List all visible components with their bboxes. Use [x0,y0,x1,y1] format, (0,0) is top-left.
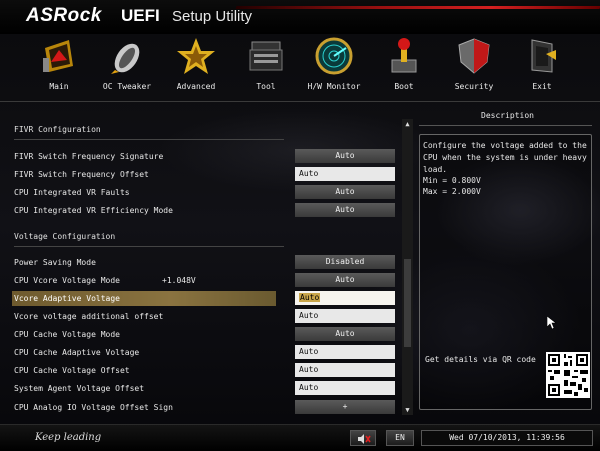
tab-oc-tweaker[interactable]: OC Tweaker [93,34,161,96]
description-title: Description [481,111,534,120]
slogan: Keep leading [35,432,102,443]
settings-panel: FIVR Configuration FIVR Switch Frequency… [0,106,400,418]
setting-value[interactable]: Auto [295,149,395,163]
boot-icon [391,38,417,73]
scroll-up-arrow-icon[interactable]: ▲ [402,119,413,129]
setting-label: CPU Analog IO Voltage Offset Sign [14,403,173,412]
setting-label: System Agent Voltage Offset [14,384,145,393]
setting-label: CPU Cache Voltage Offset [14,366,130,375]
description-text: load. [423,165,448,174]
tab-label: H/W Monitor [307,82,361,91]
header-accent-streak [235,6,600,9]
setting-row[interactable]: CPU Integrated VR Faults Auto [0,185,400,201]
setting-row[interactable]: CPU Integrated VR Efficiency Mode Auto [0,203,400,219]
datetime-display: Wed 07/10/2013, 11:39:56 [421,430,593,446]
star-icon [177,38,215,74]
language-button[interactable]: EN [386,430,414,446]
setting-value[interactable]: Auto [295,363,395,377]
main-icon [43,40,73,72]
setting-value[interactable]: Disabled [295,255,395,269]
setting-value[interactable]: Auto [295,309,395,323]
setting-label: CPU Cache Adaptive Voltage [14,348,140,357]
setting-row[interactable]: FIVR Switch Frequency Signature Auto [0,149,400,165]
qr-code-icon [546,352,590,398]
tab-bar: Main OC Tweaker Advanced Tool H/W Monito… [0,34,600,96]
setting-value-input[interactable]: Auto [295,291,395,305]
speaker-mute-button[interactable] [350,430,376,446]
description-text: Max = 2.000V [423,187,481,196]
tab-label: Exit [532,82,552,91]
product-subtitle: Setup Utility [172,8,253,25]
setting-label: CPU Integrated VR Faults [14,188,130,197]
tab-label: Boot [394,82,414,91]
description-text: CPU when the system is under heavy [423,153,587,162]
setting-row[interactable]: System Agent Voltage Offset Auto [0,381,400,397]
setting-label: FIVR Switch Frequency Signature [14,152,164,161]
setting-value[interactable]: Auto [295,345,395,359]
setting-label: Power Saving Mode [14,258,96,267]
setting-value[interactable]: Auto [295,273,395,287]
setting-value[interactable]: Auto [295,167,395,181]
section-title-voltage: Voltage Configuration [14,232,116,241]
shield-icon [458,38,490,74]
selected-text: Auto [299,293,321,302]
tab-label: Advanced [176,82,216,91]
setting-label: CPU Vcore Voltage Mode [14,276,120,285]
setting-row[interactable]: CPU Analog IO Voltage Offset Sign + [0,400,400,416]
speaker-mute-icon [358,434,371,444]
setting-value[interactable]: Auto [295,381,395,395]
tab-hw-monitor[interactable]: H/W Monitor [300,34,368,96]
setting-label: CPU Integrated VR Efficiency Mode [14,206,173,215]
toolbox-icon [249,41,283,71]
setting-row[interactable]: Vcore voltage additional offset Auto [0,309,400,325]
exit-door-icon [531,39,556,73]
section-divider [14,246,284,247]
setting-row-selected[interactable]: Vcore Adaptive Voltage Auto [0,291,400,307]
description-text: Min = 0.800V [423,176,481,185]
tab-advanced[interactable]: Advanced [162,34,230,96]
setting-label: Vcore voltage additional offset [14,312,164,321]
top-header: ASRock UEFI Setup Utility [0,0,600,34]
tab-boot[interactable]: Boot [370,34,438,96]
setting-value[interactable]: Auto [295,203,395,217]
setting-value[interactable]: Auto [295,185,395,199]
setting-value[interactable]: + [295,400,395,414]
scroll-down-arrow-icon[interactable]: ▼ [402,405,413,415]
tab-label: Tool [256,82,276,91]
tab-label: Main [49,82,69,91]
setting-label: Vcore Adaptive Voltage [14,294,120,303]
setting-label: FIVR Switch Frequency Offset [14,170,149,179]
qr-code-label: Get details via QR code [425,355,536,364]
radar-icon [315,37,353,75]
scroll-thumb[interactable] [404,259,411,347]
scrollbar[interactable]: ▲ ▼ [402,119,413,415]
setting-row[interactable]: CPU Cache Adaptive Voltage Auto [0,345,400,361]
tab-label: Security [454,82,494,91]
section-divider [14,139,284,140]
setting-row[interactable]: CPU Cache Voltage Offset Auto [0,363,400,379]
section-title-fivr: FIVR Configuration [14,125,101,134]
description-text: Configure the voltage added to the [423,141,587,150]
setting-row[interactable]: Power Saving Mode Disabled [0,255,400,271]
voltage-readout: +1.048V [162,276,196,285]
setting-label: CPU Cache Voltage Mode [14,330,120,339]
divider [0,101,600,102]
rocket-icon [111,43,140,74]
tab-main[interactable]: Main [25,34,93,96]
tab-exit[interactable]: Exit [508,34,576,96]
tab-label: OC Tweaker [102,82,152,91]
divider [419,125,592,126]
footer-bar: Keep leading EN Wed 07/10/2013, 11:39:56 [0,424,600,451]
setting-value[interactable]: Auto [295,327,395,341]
setting-row[interactable]: CPU Cache Voltage Mode Auto [0,327,400,343]
tab-security[interactable]: Security [440,34,508,96]
tab-tool[interactable]: Tool [232,34,300,96]
product-name: UEFI [121,6,160,25]
brand-logo: ASRock [26,5,102,26]
setting-row[interactable]: FIVR Switch Frequency Offset Auto [0,167,400,183]
setting-row[interactable]: CPU Vcore Voltage Mode +1.048V Auto [0,273,400,289]
mouse-cursor-icon [547,316,557,330]
